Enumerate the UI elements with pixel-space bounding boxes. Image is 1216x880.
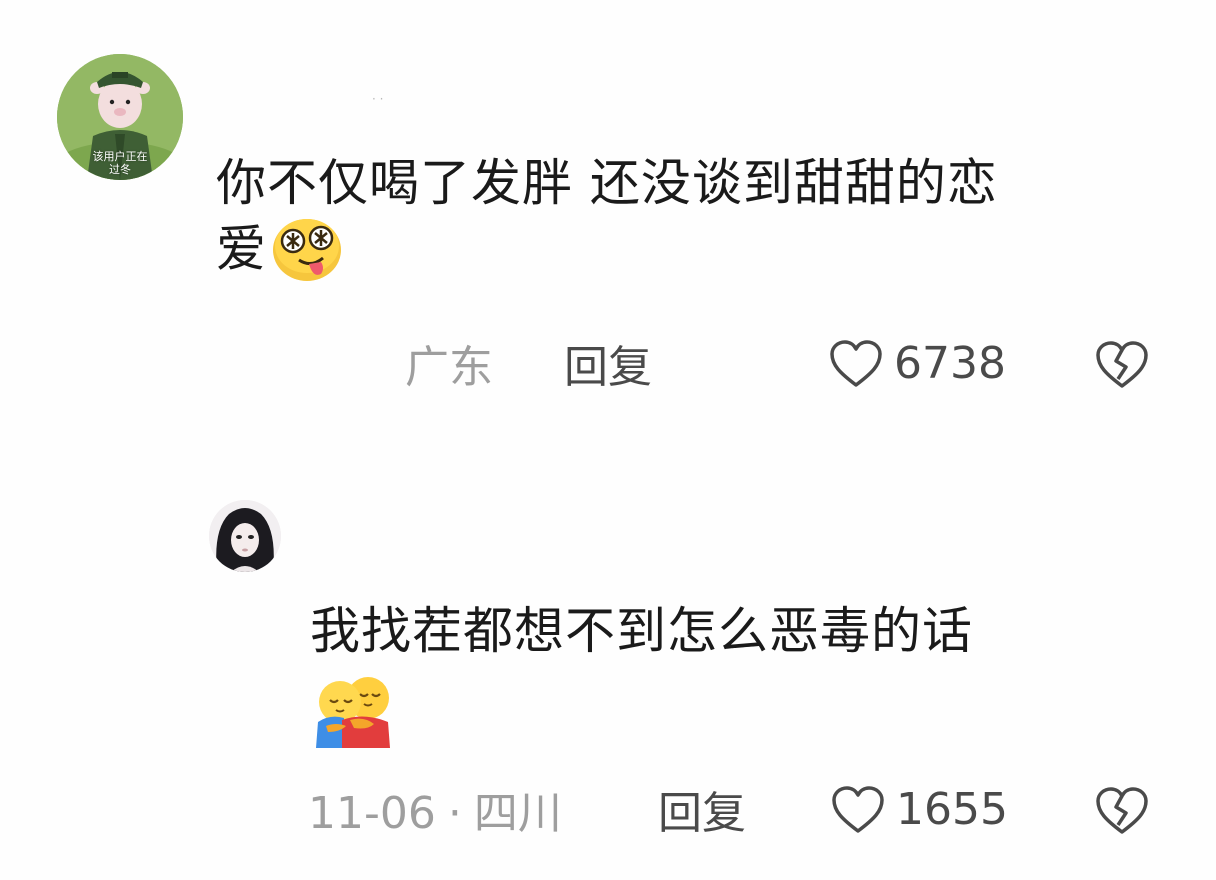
comment-location: 广东 (405, 342, 493, 393)
decorative-dots: · · (372, 92, 384, 106)
comment-location: 四川 (473, 788, 562, 839)
like-count: 6738 (894, 338, 1006, 389)
dislike-button[interactable] (1094, 339, 1150, 395)
broken-heart-icon (1096, 787, 1148, 834)
broken-heart-icon (1096, 341, 1148, 388)
like-count: 1655 (896, 784, 1008, 835)
avatar[interactable] (209, 500, 281, 572)
reply-button[interactable]: 回复 (658, 788, 746, 840)
comment-text-line: 你不仅喝了发胖 还没谈到甜甜的恋 (216, 154, 998, 212)
heart-outline-icon (832, 786, 884, 833)
comment-date: 11-06 (308, 788, 436, 839)
heart-outline-icon (830, 340, 882, 387)
reply-button[interactable]: 回复 (564, 342, 652, 394)
emoji-wrap (310, 672, 1190, 748)
avatar[interactable]: 该用户正在 过冬 (57, 54, 183, 180)
like-button[interactable]: 6738 (828, 338, 1006, 390)
comment-meta: 11-06 · 四川 (308, 788, 562, 840)
dislike-button[interactable] (1094, 785, 1150, 841)
comment-text-line-wrap: 爱 (216, 214, 1176, 284)
comment-text-line: 我找茬都想不到怎么恶毒的话 (310, 602, 973, 660)
meta-separator: · (447, 788, 462, 839)
comment-text: 我找茬都想不到怎么恶毒的话 (310, 600, 1190, 748)
like-button[interactable]: 1655 (830, 784, 1008, 836)
comment-text-line: 爱 (216, 220, 267, 278)
drooling-face-emoji (273, 219, 341, 281)
avatar-portrait-icon (209, 500, 281, 572)
comment-text: 你不仅喝了发胖 还没谈到甜甜的恋 爱 (216, 152, 1176, 284)
hug-emoji (316, 677, 390, 748)
comment-list: · · 该用户正在 过冬 你不仅喝了发胖 还没谈到甜甜的恋 爱 广东 回复 67… (0, 0, 1216, 880)
avatar-caption: 该用户正在 过冬 (92, 150, 148, 176)
